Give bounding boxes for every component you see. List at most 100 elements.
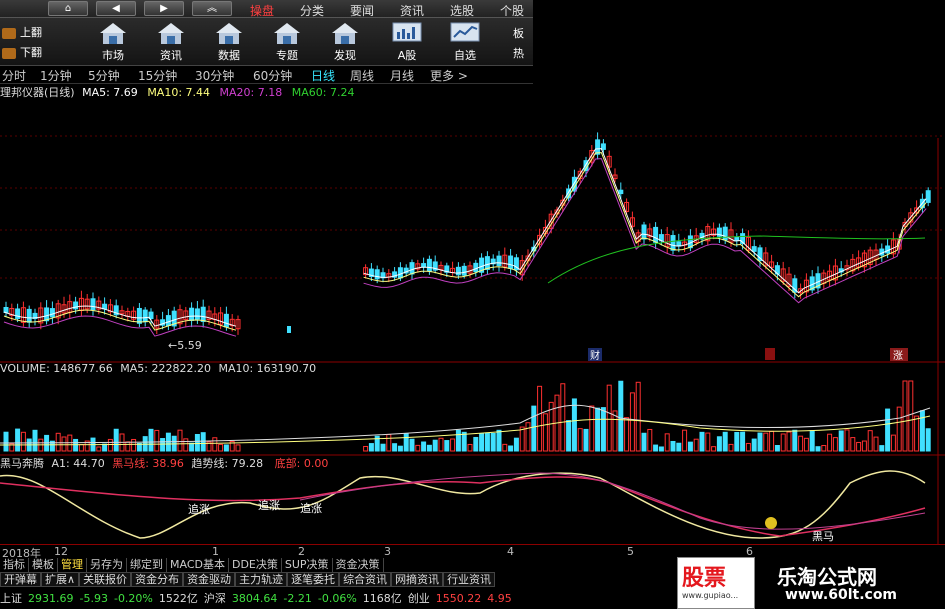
period-tab[interactable]: 60分钟 xyxy=(253,67,292,84)
period-tab[interactable]: 月线 xyxy=(390,67,414,84)
menu-fenlei[interactable]: 分类 xyxy=(300,2,324,19)
event-marker-zhang[interactable]: 涨 xyxy=(890,348,908,362)
menu-yaowen[interactable]: 要闻 xyxy=(350,2,374,19)
tab-related-quote[interactable]: 关联报价 xyxy=(79,572,132,587)
tab-general-news[interactable]: 综合资讯 xyxy=(339,572,392,587)
tool-news[interactable]: 资讯 xyxy=(144,21,198,65)
volume-bar xyxy=(699,431,705,452)
tab-web-news[interactable]: 网摘资讯 xyxy=(391,572,444,587)
tab-save-as[interactable]: 另存为 xyxy=(87,558,127,572)
volume-bar xyxy=(711,446,717,452)
period-more[interactable]: 更多 > xyxy=(430,67,468,84)
candle-body xyxy=(374,269,380,280)
tool-watchlist[interactable]: 自选 xyxy=(438,21,492,65)
indicator-label: 追涨 xyxy=(188,502,210,516)
period-tab[interactable]: 周线 xyxy=(350,67,374,84)
page-up-button[interactable]: 上翻 xyxy=(2,24,64,42)
volume-bar xyxy=(78,444,84,452)
volume-bar xyxy=(821,445,827,452)
volume-bar xyxy=(664,433,670,452)
ticker-value: 4.95 xyxy=(487,592,512,605)
tab-manage[interactable]: 管理 xyxy=(58,558,87,572)
page-down-icon xyxy=(2,47,16,59)
volume-bar xyxy=(32,429,38,452)
tab-order[interactable]: 逐笔委托 xyxy=(287,572,340,587)
tool-discover[interactable]: 发现 xyxy=(318,21,372,65)
house-icon xyxy=(214,21,244,45)
volume-bar xyxy=(409,438,415,452)
tab-fund-dist[interactable]: 资金分布 xyxy=(131,572,184,587)
back-button[interactable]: ◀ xyxy=(96,1,136,16)
volume-bar xyxy=(455,429,461,452)
tab-sup[interactable]: SUP决策 xyxy=(282,558,333,572)
candle-body xyxy=(194,308,200,320)
period-tab[interactable]: 15分钟 xyxy=(138,67,177,84)
period-tab[interactable]: 1分钟 xyxy=(40,67,72,84)
volume-bar xyxy=(838,430,844,452)
volume-bar xyxy=(757,432,763,452)
candle-body xyxy=(670,235,676,251)
volume-bar xyxy=(798,435,804,452)
volume-bar xyxy=(577,428,583,452)
tab-industry-news[interactable]: 行业资讯 xyxy=(443,572,496,587)
indicator-a1-line xyxy=(0,470,926,539)
tool-data[interactable]: 数据 xyxy=(202,21,256,65)
volume-bar xyxy=(484,432,490,452)
menu-caopan[interactable]: 操盘 xyxy=(250,2,274,19)
volume-value: VOLUME: 148677.66 xyxy=(0,362,113,375)
volume-bar xyxy=(508,445,514,452)
event-marker-red[interactable] xyxy=(765,348,775,360)
side-button-re[interactable]: 热 xyxy=(513,45,533,63)
volume-bar xyxy=(815,446,821,452)
period-tab[interactable]: 5分钟 xyxy=(88,67,120,84)
candle-body xyxy=(44,307,50,322)
tool-market[interactable]: 市场 xyxy=(86,21,140,65)
tool-a-share[interactable]: A股 xyxy=(380,21,434,65)
candle-body xyxy=(473,262,479,273)
collapse-button[interactable]: ︽ xyxy=(192,1,232,16)
page-down-button[interactable]: 下翻 xyxy=(2,44,64,62)
candle-body xyxy=(461,265,467,276)
tab-main-track[interactable]: 主力轨迹 xyxy=(235,572,288,587)
volume-bar xyxy=(467,443,473,452)
volume-bar xyxy=(914,415,920,452)
volume-bar xyxy=(670,440,676,452)
volume-bar xyxy=(879,445,885,452)
forward-button[interactable]: ▶ xyxy=(144,1,184,16)
tab-fund[interactable]: 资金决策 xyxy=(333,558,384,572)
candle-body xyxy=(90,298,96,311)
date-axis: 2018年 12 1 2 3 4 5 6 xyxy=(0,544,945,560)
event-marker-cai[interactable]: 财 xyxy=(588,348,602,362)
ticker-value: -0.06% xyxy=(317,592,357,605)
date-month: 3 xyxy=(384,545,391,558)
tab-macd[interactable]: MACD基本 xyxy=(167,558,229,572)
candle-body xyxy=(142,309,148,323)
menu-zixun[interactable]: 资讯 xyxy=(400,2,424,19)
volume-bar xyxy=(3,431,9,452)
tab-bind[interactable]: 绑定到 xyxy=(127,558,167,572)
tab-indicator[interactable]: 指标 xyxy=(0,558,29,572)
candle-body xyxy=(136,307,142,324)
period-tab[interactable]: 分时 xyxy=(2,67,26,84)
volume-bar xyxy=(223,444,229,452)
menu-gegu[interactable]: 个股 xyxy=(500,2,524,19)
period-tab-active[interactable]: 日线 xyxy=(311,67,335,84)
tab-fund-drive[interactable]: 资金驱动 xyxy=(183,572,236,587)
tool-topic[interactable]: 专题 xyxy=(260,21,314,65)
tab-template[interactable]: 模板 xyxy=(29,558,58,572)
tab-dde[interactable]: DDE决策 xyxy=(229,558,282,572)
side-button-ban[interactable]: 板 xyxy=(513,25,533,43)
house-icon xyxy=(156,21,186,45)
menu-xuangu[interactable]: 选股 xyxy=(450,2,474,19)
toolbar: 上翻 下翻 市场 资讯 数据 专题 发现 A股 自选 板 热 xyxy=(0,18,533,66)
volume-bar xyxy=(426,444,432,452)
home-button[interactable]: ⌂ xyxy=(48,1,88,16)
ad-banner[interactable]: 股票 www.gupiao... 乐淘公式网 www.60lt.com xyxy=(677,557,945,609)
tab-danmu[interactable]: 开弹幕 xyxy=(0,572,41,587)
period-tab[interactable]: 30分钟 xyxy=(195,67,234,84)
tab-expand[interactable]: 扩展∧ xyxy=(41,572,80,587)
volume-bar xyxy=(403,433,409,452)
kline-chart-area[interactable]: ←5.59 财 涨 追涨 追涨 追涨 黑马 xyxy=(0,98,945,544)
volume-bar xyxy=(844,429,850,452)
signal-dot-icon xyxy=(765,517,777,529)
